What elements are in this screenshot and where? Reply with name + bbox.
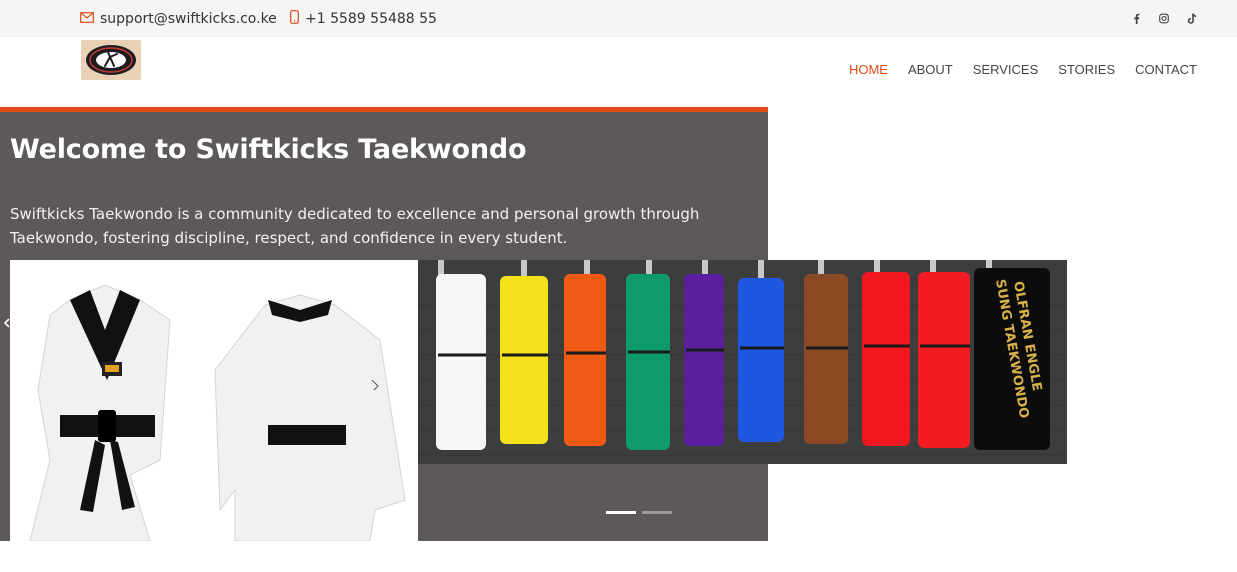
instagram-icon[interactable] [1159, 13, 1169, 25]
hero-title: Welcome to Swiftkicks Taekwondo [10, 134, 527, 165]
taekwondo-logo-icon [86, 45, 136, 75]
phone-contact[interactable]: +1 5589 55488 55 [290, 0, 437, 37]
nav-contact[interactable]: CONTACT [1135, 62, 1197, 77]
nav-stories[interactable]: STORIES [1058, 62, 1115, 77]
carousel-dot-1[interactable] [606, 511, 636, 514]
main-nav: HOME ABOUT SERVICES STORIES CONTACT [849, 62, 1197, 77]
tiktok-icon[interactable] [1187, 12, 1197, 25]
hero-description: Swiftkicks Taekwondo is a community dedi… [10, 205, 700, 247]
facebook-icon[interactable] [1131, 13, 1141, 25]
email-text[interactable]: support@swiftkicks.co.ke [100, 11, 277, 27]
phone-icon [290, 9, 299, 28]
uniform-image [10, 260, 418, 541]
carousel-indicators [606, 511, 672, 514]
belts-image: SUNG TAEKWONDO OLFRAN ENGLE [418, 260, 1067, 464]
nav-home[interactable]: HOME [849, 62, 888, 77]
top-bar: support@swiftkicks.co.ke +1 5589 55488 5… [0, 0, 1237, 37]
nav-services[interactable]: SERVICES [973, 62, 1039, 77]
carousel-dot-2[interactable] [642, 511, 672, 514]
envelope-icon [80, 11, 94, 27]
phone-text[interactable]: +1 5589 55488 55 [305, 11, 437, 27]
email-contact[interactable]: support@swiftkicks.co.ke [80, 0, 277, 37]
social-links [1131, 0, 1197, 37]
site-logo[interactable] [81, 40, 141, 80]
nav-about[interactable]: ABOUT [908, 62, 953, 77]
